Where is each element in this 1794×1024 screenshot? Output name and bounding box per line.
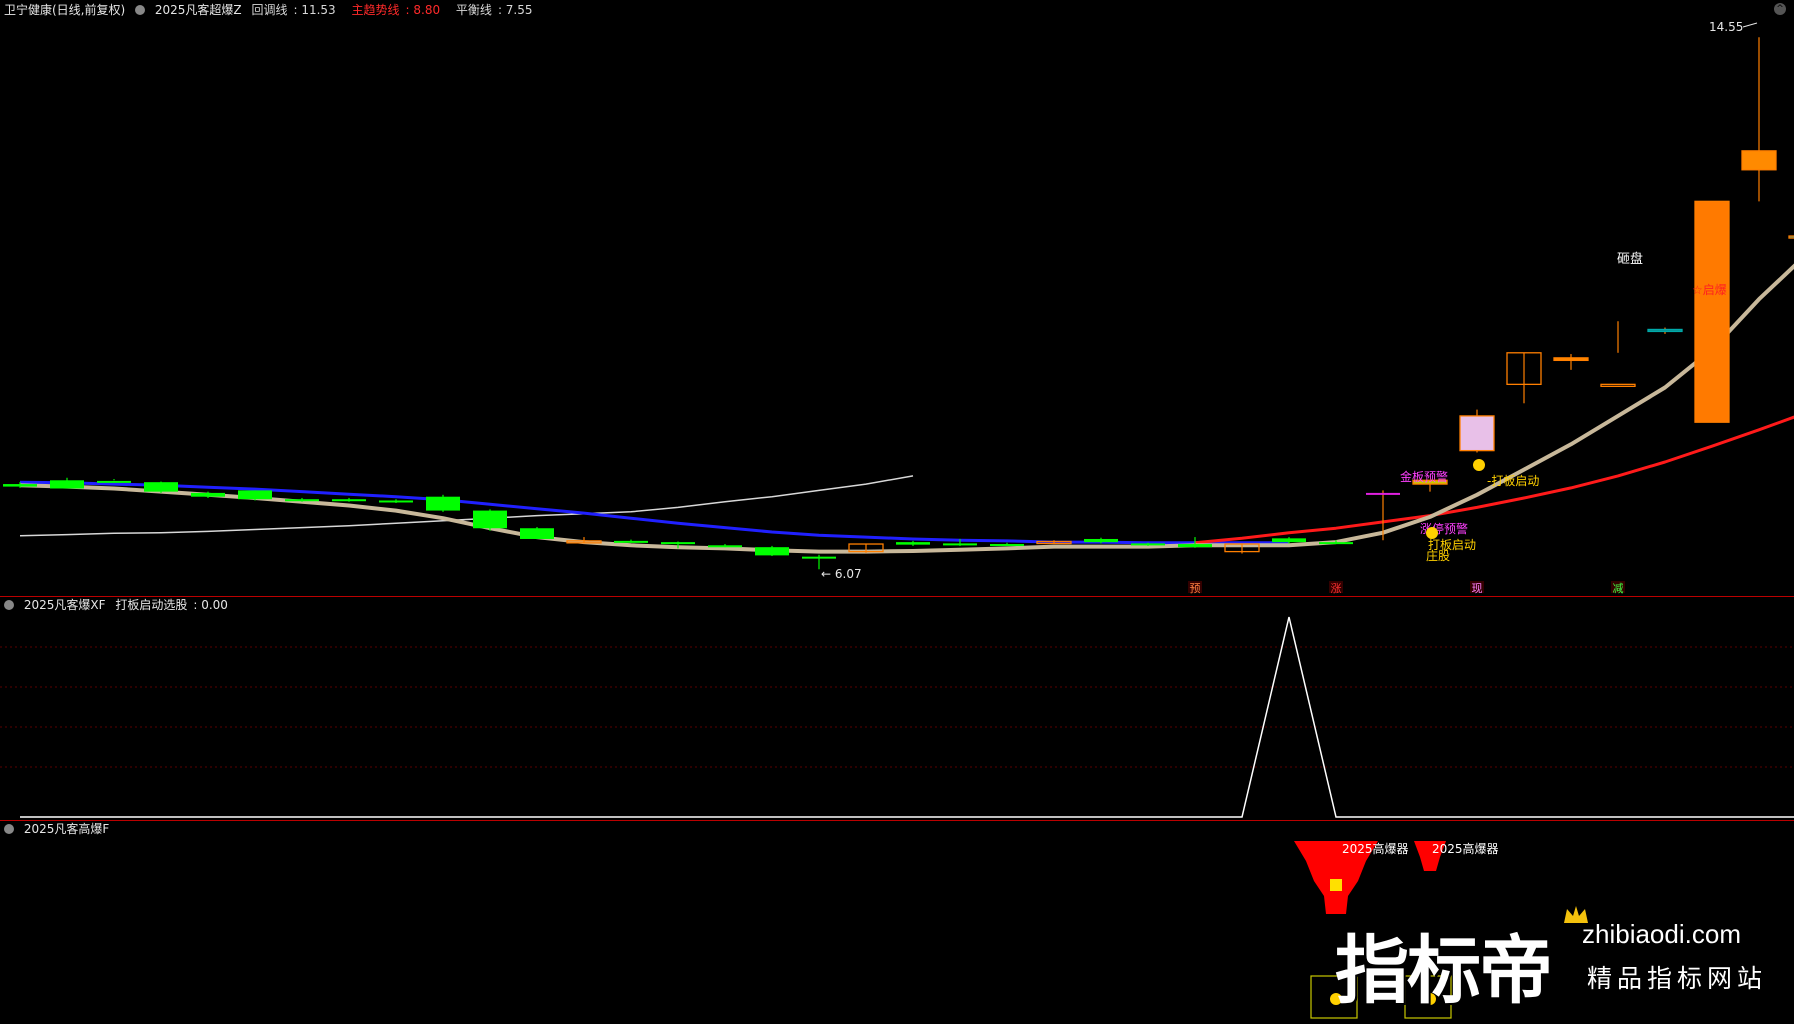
gaobao-pane-header: 2025凡客高爆F (4, 821, 115, 837)
candle-body (97, 480, 131, 483)
xf-indicator-name[interactable]: 2025凡客爆XF (24, 598, 106, 612)
ma-line (19, 480, 1289, 545)
gaobao-1-gem (1330, 879, 1342, 891)
candle-body (1553, 357, 1589, 362)
candlestick-chart[interactable]: 14.55← 6.07砸盘砸盘金板预警涨停预警打板启动庄股-打板启动☆启爆预涨现… (0, 0, 1794, 596)
candle-body (614, 540, 648, 543)
xf-settings-icon[interactable] (4, 600, 14, 610)
pullback-line (19, 263, 1794, 554)
jinban-label: 金板预警 (1400, 469, 1448, 484)
signal-letter: 涨 (1331, 582, 1342, 595)
candle-body (520, 528, 554, 539)
gaobao-indicator-name[interactable]: 2025凡客高爆F (24, 822, 109, 836)
gaobao-1-label: 2025高爆器 (1342, 841, 1409, 856)
candle-body (943, 543, 977, 546)
candle-body (1647, 328, 1683, 333)
zhuangshou-label: 庄股 (1426, 548, 1450, 563)
candle-body (1600, 383, 1636, 388)
stock-title[interactable]: 卫宁健康(日线,前复权) (4, 3, 125, 17)
xf-pane-header: 2025凡客爆XF 打板启动选股: 0.00 (4, 597, 240, 613)
trend-label: 主趋势线: 8.80 (351, 3, 441, 17)
zapan-label-2: 砸盘 (1617, 251, 1643, 267)
money-bag-icon (1426, 527, 1438, 539)
candle-body (3, 484, 37, 487)
main-price-pane[interactable]: 卫宁健康(日线,前复权) 2025凡客超爆Z 回调线: 11.53 主趋势线: … (0, 0, 1794, 596)
candle-body (1178, 544, 1212, 548)
candle-body (1788, 235, 1794, 239)
signal-letter: 现 (1472, 582, 1483, 595)
candle-body (802, 556, 836, 559)
watermark-cn: 指标帝 (1335, 928, 1553, 1014)
daban-label-2: -打板启动 (1487, 474, 1539, 488)
xf-indicator-pane[interactable]: 2025凡客爆XF 打板启动选股: 0.00 (0, 596, 1794, 820)
candle-body (990, 544, 1024, 547)
candle-body (661, 542, 695, 545)
candle-body (144, 482, 178, 492)
high-price-arrow (1742, 22, 1758, 28)
candle-body (1366, 492, 1400, 495)
pullback-label: 回调线: 11.53 (251, 3, 336, 17)
candle-body (1694, 200, 1730, 423)
high-price-label: 14.55 (1709, 20, 1743, 34)
candle-body (708, 545, 742, 548)
candle-body (379, 500, 413, 503)
balance-label: 平衡线: 7.55 (455, 3, 533, 17)
watermark-url: zhibiaodi.com (1582, 919, 1741, 949)
candle-body (191, 492, 225, 497)
low-price-label: ← 6.07 (821, 567, 862, 581)
candle-body (238, 490, 272, 500)
signal-letter: 预 (1190, 582, 1201, 595)
signal-letter: 减 (1613, 582, 1624, 595)
main-pane-header: 卫宁健康(日线,前复权) 2025凡客超爆Z 回调线: 11.53 主趋势线: … (4, 2, 545, 18)
candle-body (1319, 542, 1353, 545)
xf-signal-chart[interactable] (0, 597, 1794, 821)
candle-body (1131, 543, 1165, 546)
candle-body (332, 499, 366, 502)
indicator-settings-icon[interactable] (135, 5, 146, 15)
candle-body (1741, 150, 1777, 171)
candle-body (473, 510, 507, 529)
gaobao-settings-icon[interactable] (4, 824, 14, 834)
candle-body (755, 547, 789, 556)
candle-body (285, 499, 319, 502)
candle-body (426, 496, 460, 511)
watermark-slogan: 精品指标网站 (1587, 964, 1768, 993)
money-bag-icon (1473, 459, 1485, 471)
candle-body (1459, 415, 1495, 452)
qibao-label: ☆启爆 (1692, 283, 1727, 297)
gaobao-2-label: 2025高爆器 (1432, 841, 1499, 856)
xf-value-label: 打板启动选股: 0.00 (115, 598, 228, 612)
candle-body (1272, 538, 1306, 543)
indicator-name[interactable]: 2025凡客超爆Z (155, 3, 242, 17)
candle-body (1084, 538, 1118, 543)
watermark: 指标帝 zhibiaodi.com 精品指标网站 (1335, 905, 1794, 1015)
candle-body (50, 480, 84, 489)
candle-body (896, 542, 930, 545)
